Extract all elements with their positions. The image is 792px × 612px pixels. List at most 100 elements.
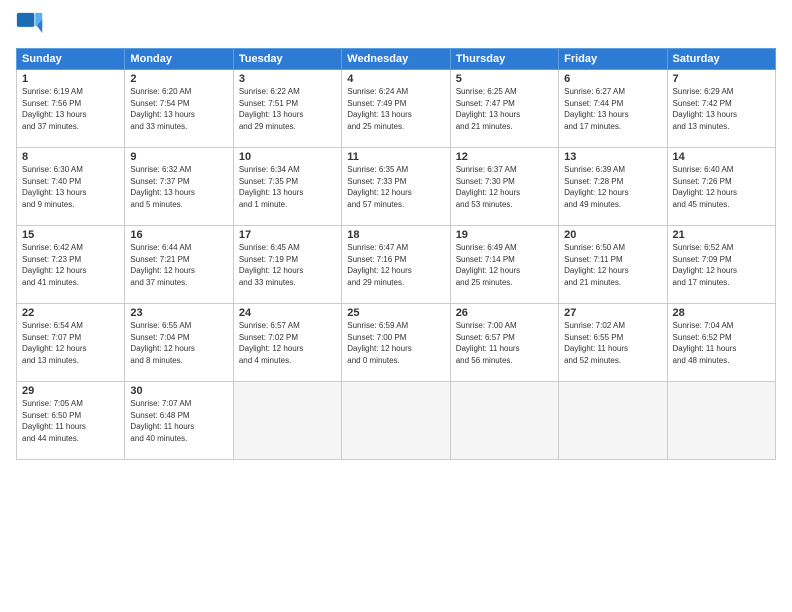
calendar-header-sunday: Sunday (17, 49, 125, 70)
calendar-cell: 27Sunrise: 7:02 AM Sunset: 6:55 PM Dayli… (559, 304, 667, 382)
day-info: Sunrise: 6:24 AM Sunset: 7:49 PM Dayligh… (347, 86, 444, 132)
day-number: 30 (130, 385, 227, 397)
calendar-cell: 25Sunrise: 6:59 AM Sunset: 7:00 PM Dayli… (342, 304, 450, 382)
day-info: Sunrise: 6:50 AM Sunset: 7:11 PM Dayligh… (564, 242, 661, 288)
day-info: Sunrise: 7:00 AM Sunset: 6:57 PM Dayligh… (456, 320, 553, 366)
calendar-cell: 16Sunrise: 6:44 AM Sunset: 7:21 PM Dayli… (125, 226, 233, 304)
day-info: Sunrise: 6:22 AM Sunset: 7:51 PM Dayligh… (239, 86, 336, 132)
calendar-week-1: 1Sunrise: 6:19 AM Sunset: 7:56 PM Daylig… (17, 70, 776, 148)
day-number: 26 (456, 307, 553, 319)
calendar-cell: 2Sunrise: 6:20 AM Sunset: 7:54 PM Daylig… (125, 70, 233, 148)
day-info: Sunrise: 6:35 AM Sunset: 7:33 PM Dayligh… (347, 164, 444, 210)
calendar-cell: 7Sunrise: 6:29 AM Sunset: 7:42 PM Daylig… (667, 70, 775, 148)
day-number: 27 (564, 307, 661, 319)
day-number: 9 (130, 151, 227, 163)
calendar-header-saturday: Saturday (667, 49, 775, 70)
day-number: 22 (22, 307, 119, 319)
calendar-cell: 21Sunrise: 6:52 AM Sunset: 7:09 PM Dayli… (667, 226, 775, 304)
day-info: Sunrise: 6:44 AM Sunset: 7:21 PM Dayligh… (130, 242, 227, 288)
day-info: Sunrise: 6:55 AM Sunset: 7:04 PM Dayligh… (130, 320, 227, 366)
calendar-cell: 3Sunrise: 6:22 AM Sunset: 7:51 PM Daylig… (233, 70, 341, 148)
calendar-cell (233, 382, 341, 460)
day-number: 14 (673, 151, 770, 163)
calendar-cell: 26Sunrise: 7:00 AM Sunset: 6:57 PM Dayli… (450, 304, 558, 382)
calendar-cell: 14Sunrise: 6:40 AM Sunset: 7:26 PM Dayli… (667, 148, 775, 226)
page: SundayMondayTuesdayWednesdayThursdayFrid… (0, 0, 792, 612)
header (16, 12, 776, 40)
day-number: 2 (130, 73, 227, 85)
day-info: Sunrise: 6:25 AM Sunset: 7:47 PM Dayligh… (456, 86, 553, 132)
day-number: 28 (673, 307, 770, 319)
logo-icon (16, 12, 44, 40)
day-info: Sunrise: 7:07 AM Sunset: 6:48 PM Dayligh… (130, 398, 227, 444)
day-info: Sunrise: 6:54 AM Sunset: 7:07 PM Dayligh… (22, 320, 119, 366)
day-number: 29 (22, 385, 119, 397)
day-number: 16 (130, 229, 227, 241)
day-info: Sunrise: 6:34 AM Sunset: 7:35 PM Dayligh… (239, 164, 336, 210)
day-number: 1 (22, 73, 119, 85)
day-number: 5 (456, 73, 553, 85)
calendar-cell: 1Sunrise: 6:19 AM Sunset: 7:56 PM Daylig… (17, 70, 125, 148)
calendar-cell (342, 382, 450, 460)
calendar-cell: 24Sunrise: 6:57 AM Sunset: 7:02 PM Dayli… (233, 304, 341, 382)
calendar-cell (559, 382, 667, 460)
calendar-cell: 30Sunrise: 7:07 AM Sunset: 6:48 PM Dayli… (125, 382, 233, 460)
day-info: Sunrise: 6:39 AM Sunset: 7:28 PM Dayligh… (564, 164, 661, 210)
calendar-cell: 6Sunrise: 6:27 AM Sunset: 7:44 PM Daylig… (559, 70, 667, 148)
calendar-cell: 28Sunrise: 7:04 AM Sunset: 6:52 PM Dayli… (667, 304, 775, 382)
day-info: Sunrise: 7:05 AM Sunset: 6:50 PM Dayligh… (22, 398, 119, 444)
calendar-cell: 22Sunrise: 6:54 AM Sunset: 7:07 PM Dayli… (17, 304, 125, 382)
calendar-header-monday: Monday (125, 49, 233, 70)
day-info: Sunrise: 6:59 AM Sunset: 7:00 PM Dayligh… (347, 320, 444, 366)
calendar-week-5: 29Sunrise: 7:05 AM Sunset: 6:50 PM Dayli… (17, 382, 776, 460)
calendar-cell: 23Sunrise: 6:55 AM Sunset: 7:04 PM Dayli… (125, 304, 233, 382)
calendar-cell: 9Sunrise: 6:32 AM Sunset: 7:37 PM Daylig… (125, 148, 233, 226)
calendar-cell: 11Sunrise: 6:35 AM Sunset: 7:33 PM Dayli… (342, 148, 450, 226)
day-info: Sunrise: 6:49 AM Sunset: 7:14 PM Dayligh… (456, 242, 553, 288)
calendar-cell: 10Sunrise: 6:34 AM Sunset: 7:35 PM Dayli… (233, 148, 341, 226)
calendar-header-friday: Friday (559, 49, 667, 70)
calendar-cell: 4Sunrise: 6:24 AM Sunset: 7:49 PM Daylig… (342, 70, 450, 148)
calendar-week-2: 8Sunrise: 6:30 AM Sunset: 7:40 PM Daylig… (17, 148, 776, 226)
calendar-cell (667, 382, 775, 460)
calendar-cell: 20Sunrise: 6:50 AM Sunset: 7:11 PM Dayli… (559, 226, 667, 304)
day-info: Sunrise: 6:20 AM Sunset: 7:54 PM Dayligh… (130, 86, 227, 132)
calendar-cell: 19Sunrise: 6:49 AM Sunset: 7:14 PM Dayli… (450, 226, 558, 304)
day-number: 21 (673, 229, 770, 241)
day-number: 7 (673, 73, 770, 85)
calendar-cell (450, 382, 558, 460)
day-number: 10 (239, 151, 336, 163)
calendar-table: SundayMondayTuesdayWednesdayThursdayFrid… (16, 48, 776, 460)
day-number: 23 (130, 307, 227, 319)
day-number: 6 (564, 73, 661, 85)
day-info: Sunrise: 6:19 AM Sunset: 7:56 PM Dayligh… (22, 86, 119, 132)
day-number: 3 (239, 73, 336, 85)
calendar-cell: 15Sunrise: 6:42 AM Sunset: 7:23 PM Dayli… (17, 226, 125, 304)
calendar-header-thursday: Thursday (450, 49, 558, 70)
day-info: Sunrise: 7:04 AM Sunset: 6:52 PM Dayligh… (673, 320, 770, 366)
day-number: 4 (347, 73, 444, 85)
calendar-header-wednesday: Wednesday (342, 49, 450, 70)
calendar-week-3: 15Sunrise: 6:42 AM Sunset: 7:23 PM Dayli… (17, 226, 776, 304)
day-number: 24 (239, 307, 336, 319)
day-info: Sunrise: 6:40 AM Sunset: 7:26 PM Dayligh… (673, 164, 770, 210)
calendar-header-row: SundayMondayTuesdayWednesdayThursdayFrid… (17, 49, 776, 70)
calendar-cell: 17Sunrise: 6:45 AM Sunset: 7:19 PM Dayli… (233, 226, 341, 304)
calendar-week-4: 22Sunrise: 6:54 AM Sunset: 7:07 PM Dayli… (17, 304, 776, 382)
day-number: 12 (456, 151, 553, 163)
calendar-cell: 29Sunrise: 7:05 AM Sunset: 6:50 PM Dayli… (17, 382, 125, 460)
day-info: Sunrise: 6:27 AM Sunset: 7:44 PM Dayligh… (564, 86, 661, 132)
day-info: Sunrise: 6:37 AM Sunset: 7:30 PM Dayligh… (456, 164, 553, 210)
calendar-cell: 5Sunrise: 6:25 AM Sunset: 7:47 PM Daylig… (450, 70, 558, 148)
day-info: Sunrise: 6:57 AM Sunset: 7:02 PM Dayligh… (239, 320, 336, 366)
calendar-cell: 12Sunrise: 6:37 AM Sunset: 7:30 PM Dayli… (450, 148, 558, 226)
day-info: Sunrise: 6:29 AM Sunset: 7:42 PM Dayligh… (673, 86, 770, 132)
calendar-cell: 8Sunrise: 6:30 AM Sunset: 7:40 PM Daylig… (17, 148, 125, 226)
day-number: 20 (564, 229, 661, 241)
day-info: Sunrise: 6:32 AM Sunset: 7:37 PM Dayligh… (130, 164, 227, 210)
day-number: 25 (347, 307, 444, 319)
day-number: 19 (456, 229, 553, 241)
day-number: 18 (347, 229, 444, 241)
day-number: 15 (22, 229, 119, 241)
day-info: Sunrise: 6:42 AM Sunset: 7:23 PM Dayligh… (22, 242, 119, 288)
